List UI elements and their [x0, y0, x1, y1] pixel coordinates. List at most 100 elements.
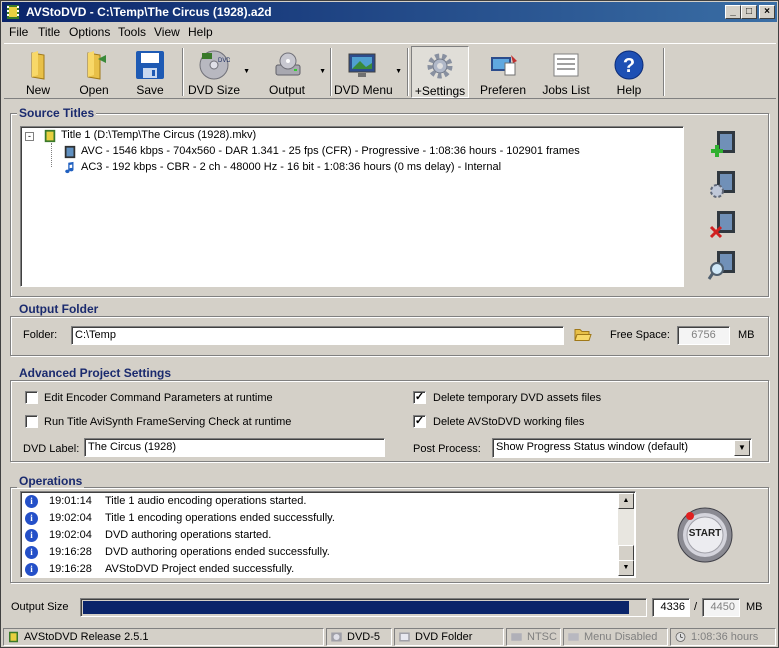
save-button[interactable]: Save — [124, 46, 176, 98]
gear-icon — [427, 53, 453, 79]
start-label: START — [688, 528, 722, 539]
post-process-label: Post Process: — [413, 443, 481, 455]
menu-disabled-icon — [568, 633, 579, 641]
output-size-unit: MB — [746, 601, 763, 613]
log-scrollbar[interactable]: ▲ ▼ — [618, 493, 634, 576]
dvd-label-input[interactable]: The Circus (1928) — [84, 438, 385, 457]
advanced-settings-heading: Advanced Project Settings — [17, 366, 174, 380]
close-button[interactable]: × — [759, 5, 775, 19]
output-folder-heading: Output Folder — [17, 302, 101, 316]
open-folder-icon — [87, 51, 106, 80]
window-title: AVStoDVD - C:\Temp\The Circus (1928).a2d — [26, 5, 272, 19]
free-space-unit: MB — [738, 329, 755, 341]
status-release: AVStoDVD Release 2.5.1 — [3, 628, 324, 646]
dvd-size-button[interactable]: DVD DVD Size ▼ — [188, 46, 252, 98]
output-size-used: 4336 — [652, 598, 690, 617]
dropdown-arrow-icon[interactable]: ▼ — [395, 68, 402, 75]
open-button[interactable]: Open — [68, 46, 120, 98]
delete-working-checkbox[interactable]: ✓ — [413, 415, 426, 428]
delete-temp-label: Delete temporary DVD assets files — [433, 392, 602, 404]
info-icon: i — [25, 529, 38, 542]
info-icon: i — [25, 512, 38, 525]
title-settings-icon[interactable] — [705, 167, 741, 203]
output-size-progress — [80, 598, 647, 617]
menu-help[interactable]: Help — [188, 25, 213, 39]
title-1-node[interactable]: Title 1 (D:\Temp\The Circus (1928).mkv) — [61, 129, 256, 141]
status-dvd-folder: DVD Folder — [394, 628, 504, 646]
source-titles-heading: Source Titles — [17, 106, 97, 120]
dropdown-arrow-icon[interactable]: ▼ — [243, 68, 250, 75]
scroll-thumb[interactable] — [618, 545, 634, 561]
status-bar: AVStoDVD Release 2.5.1 DVD-5 DVD Folder … — [2, 627, 777, 647]
add-title-icon[interactable] — [705, 127, 741, 163]
toolbar-separator — [330, 48, 332, 96]
menu-options[interactable]: Options — [69, 25, 110, 39]
post-process-select[interactable]: Show Progress Status window (default) — [492, 438, 752, 458]
scroll-up-icon[interactable]: ▲ — [618, 493, 634, 509]
monitor-icon — [348, 53, 376, 77]
settings-button[interactable]: +Settings — [411, 46, 469, 98]
preferences-icon — [491, 55, 517, 76]
dvd-menu-button[interactable]: DVD Menu ▼ — [334, 46, 404, 98]
help-button[interactable]: ? Help — [601, 46, 657, 98]
menu-title[interactable]: Title — [38, 25, 60, 39]
app-window: AVStoDVD - C:\Temp\The Circus (1928).a2d… — [0, 0, 779, 648]
output-size-slash: / — [694, 601, 698, 613]
clock-icon — [675, 632, 686, 642]
preferences-button[interactable]: Preferen — [474, 46, 532, 98]
run-check-label: Run Title AviSynth FrameServing Check at… — [44, 416, 292, 428]
browse-folder-icon[interactable] — [574, 326, 592, 343]
floppy-disk-icon — [136, 51, 164, 79]
folder-input[interactable]: C:\Temp — [71, 326, 564, 345]
app-film-icon — [9, 631, 18, 643]
list-icon — [553, 53, 579, 77]
edit-encoder-checkbox[interactable] — [25, 391, 38, 404]
menu-tools[interactable]: Tools — [118, 25, 146, 39]
title-film-icon — [44, 129, 56, 143]
new-button[interactable]: New — [12, 46, 64, 98]
output-size-total: 4450 — [702, 598, 740, 617]
audio-stream-node[interactable]: AC3 - 192 kbps - CBR - 2 ch - 48000 Hz -… — [81, 161, 501, 173]
edit-encoder-label: Edit Encoder Command Parameters at runti… — [44, 392, 273, 404]
source-titles-tree[interactable]: - Title 1 (D:\Temp\The Circus (1928).mkv… — [20, 126, 684, 287]
menu-file[interactable]: File — [9, 25, 28, 39]
info-icon: i — [25, 546, 38, 559]
info-icon: i — [25, 563, 38, 576]
post-process-dropdown-icon[interactable]: ▼ — [734, 440, 750, 456]
minimize-button[interactable]: _ — [725, 5, 741, 19]
output-size-fill — [83, 601, 630, 614]
tree-collapse-icon[interactable]: - — [25, 130, 34, 142]
status-menu: Menu Disabled — [563, 628, 668, 646]
svg-text:DVD: DVD — [218, 58, 230, 64]
status-dvd-type: DVD-5 — [326, 628, 392, 646]
remove-title-icon[interactable] — [705, 207, 741, 243]
delete-working-label: Delete AVStoDVD working files — [433, 416, 585, 428]
dvd-label-label: DVD Label: — [23, 443, 80, 455]
start-button[interactable]: START — [676, 506, 734, 564]
free-space-value: 6756 — [677, 326, 730, 345]
audio-note-icon — [65, 161, 74, 174]
app-film-icon — [7, 5, 19, 19]
new-folder-icon — [31, 51, 45, 80]
run-check-checkbox[interactable] — [25, 415, 38, 428]
dvd-disc-icon: DVD — [199, 50, 230, 80]
toolbar-separator — [407, 48, 409, 96]
free-space-label: Free Space: — [610, 329, 670, 341]
toolbar-separator — [182, 48, 184, 96]
title-bar: AVStoDVD - C:\Temp\The Circus (1928).a2d… — [2, 2, 777, 22]
video-stream-node[interactable]: AVC - 1546 kbps - 704x560 - DAR 1.341 - … — [81, 145, 580, 157]
dvd-folder-icon — [399, 632, 410, 642]
help-icon: ? — [614, 50, 644, 80]
dropdown-arrow-icon[interactable]: ▼ — [319, 68, 326, 75]
preview-title-icon[interactable] — [705, 247, 741, 283]
menu-bar: File Title Options Tools View Help — [2, 23, 777, 42]
tree-connector — [51, 143, 52, 167]
output-button[interactable]: Output ▼ — [260, 46, 328, 98]
maximize-button[interactable]: □ — [741, 5, 757, 19]
jobs-list-button[interactable]: Jobs List — [537, 46, 595, 98]
delete-temp-checkbox[interactable]: ✓ — [413, 391, 426, 404]
operations-log[interactable]: i 19:01:14 Title 1 audio encoding operatio… — [20, 491, 636, 578]
menu-view[interactable]: View — [154, 25, 180, 39]
toolbar-separator — [663, 48, 665, 96]
scroll-down-icon[interactable]: ▼ — [618, 560, 634, 576]
